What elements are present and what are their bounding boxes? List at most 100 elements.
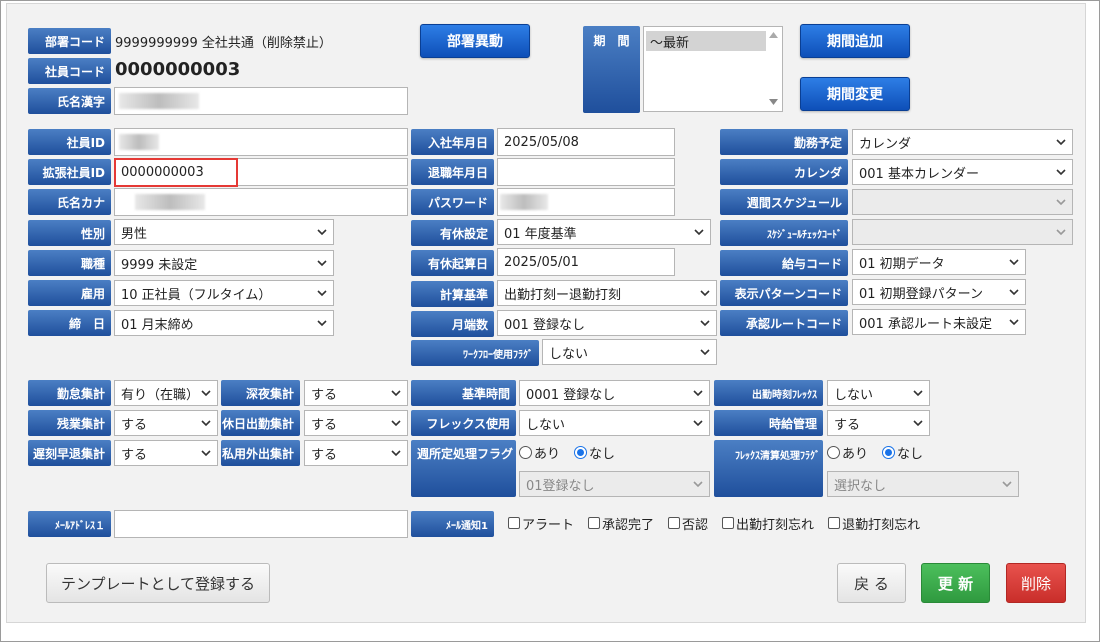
password-input[interactable] bbox=[497, 188, 675, 216]
overtime-select[interactable]: する bbox=[114, 410, 218, 436]
notify-approved-option[interactable]: 承認完了 bbox=[588, 514, 654, 533]
holiday-work-value: する bbox=[311, 417, 338, 433]
notify-clockin-label: 出勤打刻忘れ bbox=[736, 517, 815, 533]
late-night-value: する bbox=[311, 387, 338, 403]
chevron-down-icon bbox=[693, 420, 703, 427]
job-select[interactable]: 9999 未設定 bbox=[114, 250, 334, 276]
display-pattern-select[interactable]: 01 初期登録パターン bbox=[852, 279, 1026, 305]
emp-code-value: 0000000003 bbox=[115, 58, 241, 80]
work-schedule-label: 勤務予定 bbox=[720, 129, 848, 155]
checkbox-icon[interactable] bbox=[588, 517, 601, 529]
late-night-label: 深夜集計 bbox=[221, 380, 300, 406]
chevron-down-icon bbox=[391, 420, 401, 427]
notify-clockout-label: 退勤打刻忘れ bbox=[842, 517, 921, 533]
schedule-check-label: ｽｹｼﾞｭｰﾙﾁｪｯｸｺｰﾄﾞ bbox=[720, 220, 848, 246]
name-kana-input[interactable] bbox=[114, 188, 408, 216]
clock-flex-select[interactable]: しない bbox=[827, 380, 930, 406]
weekly-fixed-no-option[interactable]: なし bbox=[574, 443, 615, 462]
emp-id-input[interactable] bbox=[114, 128, 408, 156]
chevron-down-icon bbox=[1056, 139, 1066, 146]
paid-leave-start-input[interactable]: 2025/05/01 bbox=[497, 248, 675, 276]
flex-settle-no-option[interactable]: なし bbox=[882, 443, 923, 462]
chevron-down-icon bbox=[317, 229, 327, 236]
attendance-select[interactable]: 有り（在職） bbox=[114, 380, 218, 406]
private-out-label: 私用外出集計 bbox=[221, 440, 300, 466]
chevron-down-icon bbox=[913, 390, 923, 397]
job-label: 職種 bbox=[28, 250, 111, 276]
gender-label: 性別 bbox=[28, 220, 111, 246]
work-schedule-value: カレンダ bbox=[859, 136, 912, 152]
calc-basis-select[interactable]: 出勤打刻ー退勤打刻 bbox=[497, 280, 717, 306]
paid-leave-value: 01 年度基準 bbox=[504, 226, 577, 242]
chevron-down-icon bbox=[1009, 289, 1019, 296]
weekly-fixed-radio-group: あり なし bbox=[519, 442, 629, 462]
radio-icon[interactable] bbox=[827, 445, 840, 459]
scroll-down-icon[interactable] bbox=[769, 99, 778, 105]
delete-button[interactable]: 削除 bbox=[1006, 563, 1066, 603]
scroll-up-icon[interactable] bbox=[769, 32, 778, 38]
notify-alert-option[interactable]: アラート bbox=[508, 514, 574, 533]
month-end-select[interactable]: 001 登録なし bbox=[497, 310, 717, 336]
calendar-select[interactable]: 001 基本カレンダー bbox=[852, 159, 1073, 185]
late-night-select[interactable]: する bbox=[304, 380, 408, 406]
dept-transfer-button[interactable]: 部署異動 bbox=[420, 24, 530, 58]
chevron-down-icon bbox=[913, 420, 923, 427]
hire-date-input[interactable]: 2025/05/08 bbox=[497, 128, 675, 156]
mail-address-input[interactable] bbox=[114, 510, 408, 538]
checkbox-icon[interactable] bbox=[828, 517, 841, 529]
checkbox-icon[interactable] bbox=[668, 517, 681, 529]
dept-code-value: 9999999999 全社共通（削除禁止） bbox=[115, 35, 332, 51]
closing-select[interactable]: 01 月末締め bbox=[114, 310, 334, 336]
base-time-select[interactable]: 0001 登録なし bbox=[519, 380, 710, 406]
register-template-button[interactable]: テンプレートとして登録する bbox=[46, 563, 270, 603]
period-listbox[interactable]: ～最新 bbox=[643, 26, 783, 112]
employment-label: 雇用 bbox=[28, 280, 111, 306]
checkbox-icon[interactable] bbox=[722, 517, 735, 529]
attendance-value: 有り（在職） bbox=[121, 387, 200, 403]
private-out-select[interactable]: する bbox=[304, 440, 408, 466]
weekly-fixed-select: 01登録なし bbox=[519, 471, 710, 497]
mail-notify-options: アラート 承認完了 否認 出勤打刻忘れ 退勤打刻忘れ bbox=[508, 513, 920, 533]
paid-leave-start-label: 有休起算日 bbox=[411, 250, 494, 276]
chevron-down-icon bbox=[391, 390, 401, 397]
work-schedule-select[interactable]: カレンダ bbox=[852, 129, 1073, 155]
employment-select[interactable]: 10 正社員（フルタイム） bbox=[114, 280, 334, 306]
overtime-label: 残業集計 bbox=[28, 410, 111, 436]
checkbox-icon[interactable] bbox=[508, 517, 520, 529]
retire-date-input[interactable] bbox=[497, 158, 675, 186]
approval-route-select[interactable]: 001 承認ルート未設定 bbox=[852, 309, 1026, 335]
flex-settle-label: ﾌﾚｯｸｽ清算処理ﾌﾗｸﾞ bbox=[714, 440, 823, 497]
notify-clockout-option[interactable]: 退勤打刻忘れ bbox=[828, 514, 920, 533]
retire-date-label: 退職年月日 bbox=[411, 159, 494, 185]
holiday-work-select[interactable]: する bbox=[304, 410, 408, 436]
update-button[interactable]: 更 新 bbox=[921, 563, 990, 603]
paid-leave-select[interactable]: 01 年度基準 bbox=[497, 219, 711, 245]
notify-rejected-label: 否認 bbox=[682, 517, 709, 533]
gender-select[interactable]: 男性 bbox=[114, 219, 334, 245]
radio-selected-icon[interactable] bbox=[574, 445, 588, 459]
hire-date-label: 入社年月日 bbox=[411, 129, 494, 155]
flex-use-label: フレックス使用 bbox=[411, 410, 516, 436]
radio-selected-icon[interactable] bbox=[882, 445, 896, 459]
period-option[interactable]: ～最新 bbox=[646, 31, 766, 51]
redacted-kana bbox=[135, 194, 205, 210]
weekly-fixed-yes-label: あり bbox=[534, 446, 561, 462]
clock-flex-label: 出勤時刻ﾌﾚｯｸｽ bbox=[714, 380, 823, 406]
late-early-select[interactable]: する bbox=[114, 440, 218, 466]
hourly-select[interactable]: する bbox=[827, 410, 930, 436]
chevron-down-icon bbox=[1009, 319, 1019, 326]
salary-code-select[interactable]: 01 初期データ bbox=[852, 249, 1026, 275]
chevron-down-icon bbox=[317, 260, 327, 267]
flex-settle-yes-option[interactable]: あり bbox=[827, 443, 868, 462]
flex-use-select[interactable]: しない bbox=[519, 410, 710, 436]
radio-icon[interactable] bbox=[519, 445, 532, 459]
change-period-button[interactable]: 期間変更 bbox=[800, 77, 910, 111]
weekly-schedule-label: 週間スケジュール bbox=[720, 189, 848, 215]
name-kanji-input[interactable] bbox=[114, 87, 408, 115]
add-period-button[interactable]: 期間追加 bbox=[800, 24, 910, 58]
notify-clockin-option[interactable]: 出勤打刻忘れ bbox=[722, 514, 814, 533]
back-button[interactable]: 戻 る bbox=[837, 563, 906, 603]
weekly-fixed-yes-option[interactable]: あり bbox=[519, 443, 560, 462]
workflow-select[interactable]: しない bbox=[542, 339, 717, 365]
notify-rejected-option[interactable]: 否認 bbox=[668, 514, 708, 533]
